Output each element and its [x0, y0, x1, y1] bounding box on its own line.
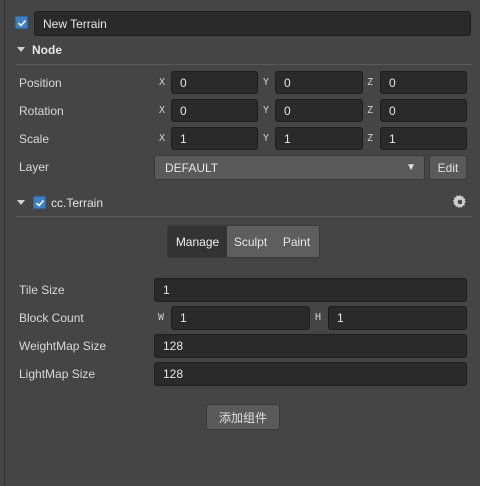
scale-x-axis-label: X	[159, 133, 166, 144]
position-x-value: 0	[180, 75, 187, 90]
inspector-panel: New Terrain Node Position X 0 Y 0 Z 0 Ro…	[4, 0, 480, 486]
component-collapse-caret-icon[interactable]	[17, 200, 25, 205]
component-enabled-checkbox[interactable]	[33, 196, 46, 209]
position-z-axis-label: Z	[367, 77, 374, 88]
rotation-x-value: 0	[180, 103, 187, 118]
scale-x-value: 1	[180, 131, 187, 146]
gear-icon[interactable]	[452, 194, 467, 209]
rotation-z-axis-label: Z	[367, 105, 374, 116]
position-z-value: 0	[389, 75, 396, 90]
divider	[15, 64, 473, 65]
position-label: Position	[19, 76, 62, 90]
weightmap-size-value: 128	[163, 339, 184, 353]
node-section-title: Node	[32, 43, 62, 57]
rotation-z-value: 0	[389, 103, 396, 118]
lightmap-size-input[interactable]: 128	[154, 362, 467, 386]
dropdown-arrow-icon: ▼	[406, 162, 416, 173]
block-count-h-input[interactable]: 1	[328, 306, 467, 330]
tile-size-label: Tile Size	[19, 283, 65, 297]
weightmap-size-input[interactable]: 128	[154, 334, 467, 358]
add-component-button[interactable]: 添加组件	[206, 404, 280, 430]
scale-y-axis-label: Y	[263, 133, 270, 144]
layer-edit-button[interactable]: Edit	[429, 155, 467, 180]
rotation-x-axis-label: X	[159, 105, 166, 116]
checkmark-icon	[17, 19, 26, 27]
rotation-x-input[interactable]: 0	[171, 99, 258, 122]
rotation-y-input[interactable]: 0	[275, 99, 363, 122]
lightmap-size-value: 128	[163, 367, 184, 381]
layer-select-value: DEFAULT	[165, 160, 219, 175]
rotation-z-input[interactable]: 0	[380, 99, 467, 122]
rotation-y-value: 0	[284, 103, 291, 118]
terrain-mode-tabs: Manage Sculpt Paint	[167, 225, 320, 258]
node-name-value: New Terrain	[43, 16, 107, 31]
layer-label: Layer	[19, 160, 50, 174]
scale-x-input[interactable]: 1	[171, 127, 258, 150]
block-count-w-value: 1	[180, 311, 187, 325]
position-y-axis-label: Y	[263, 77, 270, 88]
lightmap-size-label: LightMap Size	[19, 367, 96, 381]
divider	[15, 216, 473, 217]
scale-label: Scale	[19, 132, 50, 146]
position-x-axis-label: X	[159, 77, 166, 88]
tab-paint[interactable]: Paint	[274, 226, 319, 257]
tab-manage[interactable]: Manage	[168, 226, 227, 257]
weightmap-size-label: WeightMap Size	[19, 339, 107, 353]
block-count-h-value: 1	[337, 311, 344, 325]
checkmark-icon	[35, 199, 44, 207]
rotation-y-axis-label: Y	[263, 105, 270, 116]
node-name-input[interactable]: New Terrain	[34, 11, 471, 36]
scale-y-value: 1	[284, 131, 291, 146]
tab-sculpt[interactable]: Sculpt	[227, 226, 274, 257]
block-count-label: Block Count	[19, 311, 84, 325]
block-count-w-input[interactable]: 1	[171, 306, 310, 330]
rotation-label: Rotation	[19, 104, 64, 118]
component-title: cc.Terrain	[51, 196, 104, 210]
scale-z-axis-label: Z	[367, 133, 374, 144]
node-active-checkbox[interactable]	[15, 16, 28, 29]
position-y-value: 0	[284, 75, 291, 90]
tile-size-input[interactable]: 1	[154, 278, 467, 302]
tile-size-value: 1	[163, 283, 170, 297]
position-x-input[interactable]: 0	[171, 71, 258, 94]
scale-z-input[interactable]: 1	[380, 127, 467, 150]
block-count-w-label: W	[158, 312, 165, 323]
position-y-input[interactable]: 0	[275, 71, 363, 94]
position-z-input[interactable]: 0	[380, 71, 467, 94]
layer-select[interactable]: DEFAULT ▼	[154, 155, 425, 180]
collapse-caret-icon[interactable]	[17, 47, 25, 52]
scale-z-value: 1	[389, 131, 396, 146]
scale-y-input[interactable]: 1	[275, 127, 363, 150]
block-count-h-label: H	[315, 312, 322, 323]
